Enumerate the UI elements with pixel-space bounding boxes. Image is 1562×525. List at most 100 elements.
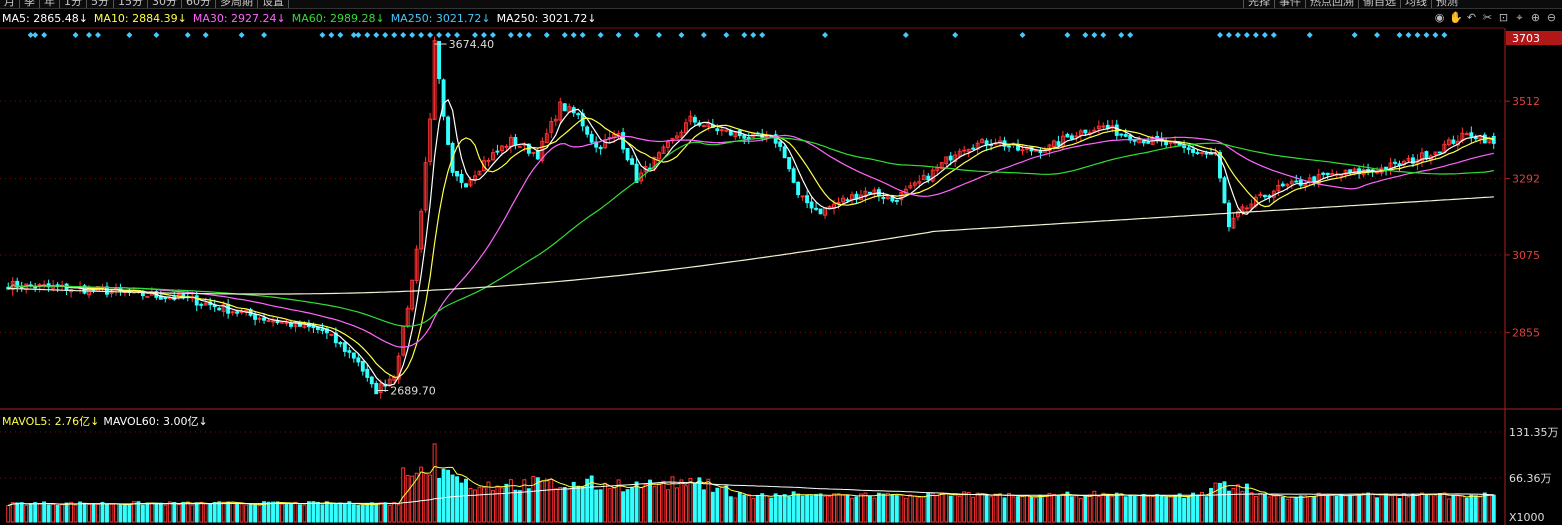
signal-marker [1216,32,1223,38]
volume-bar-up [1060,493,1065,523]
candle-down [894,199,899,202]
candle-down [262,317,267,321]
volume-bar-down [464,478,468,523]
candle-up [719,129,724,132]
volume-bar-down [513,489,518,523]
candle-down [1469,132,1474,137]
volume-bar-up [486,481,491,523]
candle-down [253,314,258,320]
volume-bar-down [235,503,240,523]
volume-bar-down [1244,483,1249,523]
signal-marker [72,32,79,38]
candle-down [320,328,325,332]
volume-bar-down [926,492,931,523]
volume-bar-up [1258,492,1263,523]
volume-bar-down [1114,492,1119,523]
volume-bar-down [800,495,805,523]
ma30-line [7,134,1494,348]
volume-bar-up [652,485,657,523]
current-price-text: 3703 [1512,32,1540,45]
candle-down [437,40,442,80]
volume-bar-up [1235,484,1240,523]
volume-bar-down [342,504,347,523]
candle-down [845,199,850,202]
volume-bar-up [1321,494,1326,523]
signal-marker [1405,32,1412,38]
signal-marker [1423,32,1430,38]
volume-bar-down [1029,496,1034,523]
volume-bar-up [719,486,724,523]
volume-bar-down [526,488,531,523]
signal-marker [1351,32,1358,38]
candle-down [455,170,459,177]
volume-bar-up [674,487,679,523]
volume-bar-down [1186,496,1191,523]
candle-down [814,207,819,210]
volume-bar-down [1173,495,1178,523]
volume-bar-up [1078,497,1083,523]
volume-bar-up [1119,493,1124,523]
volume-bar-up [544,478,549,523]
volume-bar-down [769,497,774,523]
volume-bar-down [625,489,630,523]
volume-bar-up [836,493,841,523]
volume-bar-up [1442,492,1447,523]
signal-marker [202,32,209,38]
candle-up [1101,125,1106,128]
signal-marker [400,32,407,38]
volume-bar-up [558,487,563,523]
signal-marker [1243,32,1250,38]
volume-bar-up [1267,496,1272,523]
candle-down [1056,141,1061,146]
volume-bar-up [1343,495,1348,523]
kline-chart[interactable]: 3512 3292 3075 2855 131.35万 66.36万 X1000 3703 36… [0,0,1562,525]
volume-bar-down [450,474,455,523]
volume-bar-down [890,494,895,523]
candle-down [1280,183,1285,187]
candle-down [347,350,352,353]
volume-bar-up [567,488,572,523]
volume-bar-up [643,484,648,523]
volume-bar-down [55,505,60,523]
signal-marker [1225,32,1232,38]
signal-marker [1234,32,1241,38]
volume-bar-down [105,503,109,523]
signal-marker [95,32,102,38]
volume-bar-up [823,495,828,523]
signal-marker [153,32,160,38]
candle-down [589,133,594,143]
volume-bar-up [975,492,980,523]
candle-down [1007,145,1012,148]
volume-bar-up [468,487,473,523]
volume-bar-up [733,497,738,523]
signal-marker [678,32,685,38]
signal-marker [1374,32,1381,38]
candle-down [535,150,540,160]
volume-bar-up [858,493,863,523]
volume-bar-down [351,504,356,523]
volume-bar-down [78,501,83,523]
volume-bar-down [226,501,231,523]
volume-bar-down [598,489,603,523]
volume-bar-down [1083,495,1088,523]
volume-bar-up [1137,495,1142,523]
volume-bar-up [1213,482,1218,523]
volume-bar-up [405,474,410,523]
volume-bar-up [149,502,154,523]
volume-bar-down [1056,495,1061,523]
volume-bar-up [37,503,42,523]
candle-down [365,368,370,378]
candle-down [163,296,168,299]
volume-bar-down [1128,494,1133,523]
volume-bar-down [1298,495,1303,523]
signal-marker [1118,32,1125,38]
signal-marker [615,32,622,38]
volume-bar-up [378,502,383,523]
volume-bar-up [423,472,428,523]
signal-marker [32,32,39,38]
volume-bar-up [1330,494,1335,523]
volume-bar-down [504,483,509,523]
volume-bar-down [710,491,715,523]
volume-bar-up [921,496,926,523]
candles [6,36,1496,399]
